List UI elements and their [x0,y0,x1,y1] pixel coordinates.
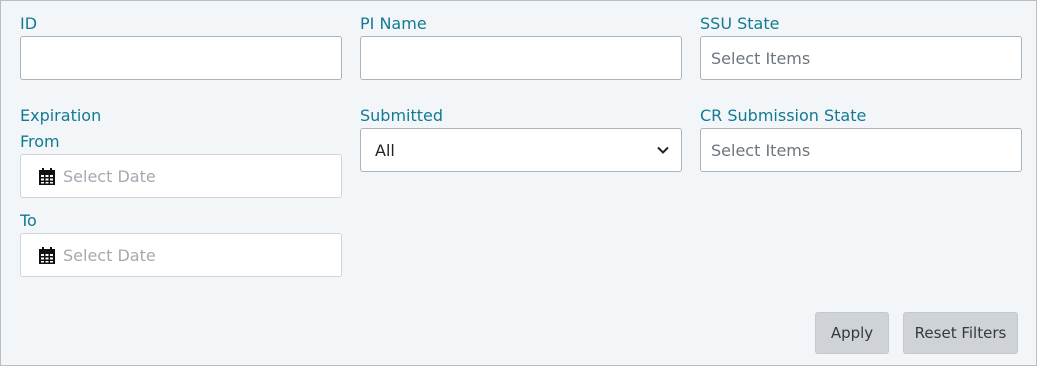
pi-name-label: PI Name [360,14,427,33]
submitted-select[interactable]: All [360,128,682,172]
apply-button[interactable]: Apply [815,312,889,354]
id-input[interactable] [20,36,342,80]
reset-filters-button[interactable]: Reset Filters [903,312,1018,354]
id-label: ID [20,14,38,33]
expiration-from-placeholder: Select Date [63,166,156,186]
expiration-to-label: To [20,211,37,230]
ssu-state-label: SSU State [700,14,780,33]
filter-panel: ID PI Name SSU State Select Items Expira… [0,0,1037,366]
cr-submission-state-placeholder: Select Items [711,140,811,160]
chevron-down-icon [657,146,669,154]
expiration-from-datepicker[interactable]: Select Date [20,154,342,198]
ssu-state-multiselect[interactable]: Select Items [700,36,1022,80]
expiration-to-placeholder: Select Date [63,245,156,265]
pi-name-input[interactable] [360,36,682,80]
calendar-icon [39,167,55,185]
submitted-selected-value: All [375,140,395,160]
expiration-from-label: From [20,132,60,151]
cr-submission-state-label: CR Submission State [700,106,867,125]
expiration-label: Expiration [20,106,102,125]
expiration-to-datepicker[interactable]: Select Date [20,233,342,277]
submitted-label: Submitted [360,106,444,125]
cr-submission-state-multiselect[interactable]: Select Items [700,128,1022,172]
ssu-state-placeholder: Select Items [711,48,811,68]
calendar-icon [39,246,55,264]
